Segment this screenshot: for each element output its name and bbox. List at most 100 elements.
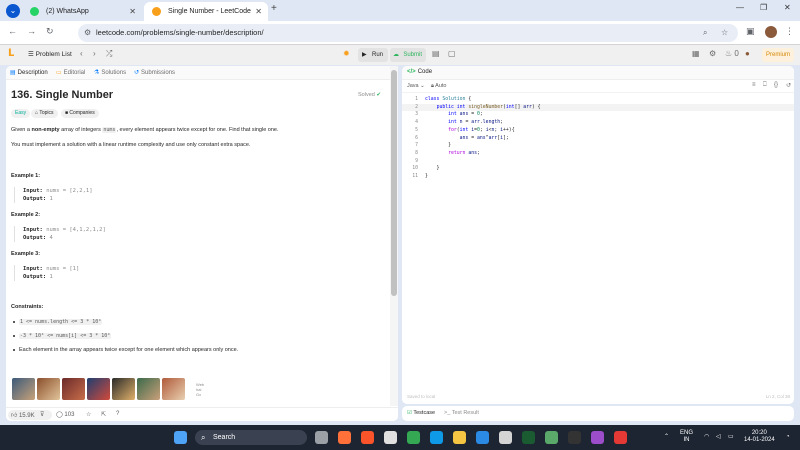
problem-list-button[interactable]: ☰ Problem List: [28, 50, 72, 58]
close-tab-icon[interactable]: ✕: [255, 2, 262, 21]
input-value: nums = [2,2,1]: [46, 188, 93, 194]
language-indicator[interactable]: ENG IN: [680, 430, 693, 444]
notification-icon[interactable]: ◔: [786, 434, 790, 441]
tab-testcase[interactable]: ☑ Testcase: [407, 410, 435, 416]
bookmark-icon[interactable]: ⎕: [763, 82, 767, 89]
help-icon[interactable]: ?: [116, 411, 119, 417]
file-explorer-icon[interactable]: [453, 431, 466, 444]
leetcode-logo-icon[interactable]: ᒪ: [8, 48, 14, 59]
tab-submissions[interactable]: ↺ Submissions: [134, 69, 175, 76]
layout-icon[interactable]: ▦: [692, 49, 700, 58]
app-icon[interactable]: [568, 431, 581, 444]
start-windows-icon[interactable]: [174, 431, 187, 444]
volume-icon[interactable]: ◁: [716, 434, 721, 441]
ad-image[interactable]: [12, 378, 35, 400]
ad-image[interactable]: [62, 378, 85, 400]
maximize-icon[interactable]: ❐: [760, 3, 767, 12]
tab-search-icon[interactable]: ⌄: [6, 4, 20, 18]
ad-image[interactable]: [112, 378, 135, 400]
dislike-icon[interactable]: ⊽: [40, 411, 44, 418]
intellij-icon[interactable]: [591, 431, 604, 444]
topics-tag[interactable]: ⌂ Topics: [31, 109, 58, 118]
task-view-icon[interactable]: [315, 431, 328, 444]
forward-icon[interactable]: →: [27, 26, 36, 36]
token: int: [448, 112, 457, 118]
share-icon[interactable]: ⇱: [101, 411, 106, 418]
tab-editorial[interactable]: ▭ Editorial: [56, 69, 85, 76]
search-icon[interactable]: ⌕: [703, 24, 707, 42]
companies-tag[interactable]: ■ Companies: [61, 109, 99, 118]
debug-icon[interactable]: ✹: [343, 49, 350, 58]
clock[interactable]: 20:20 14-01-2024: [744, 430, 775, 444]
run-button[interactable]: ▶ Run: [358, 48, 388, 62]
tab-description[interactable]: ▤ Description: [10, 69, 48, 76]
example-heading: Example 1:: [11, 173, 41, 179]
reload-icon[interactable]: ↻: [46, 26, 54, 37]
close-tab-icon[interactable]: ✕: [129, 2, 136, 21]
profile-avatar[interactable]: [765, 26, 777, 38]
format-icon[interactable]: ≡: [752, 82, 756, 88]
ad-image[interactable]: [87, 378, 110, 400]
like-button[interactable]: 👍︎ 15.9K: [11, 411, 35, 419]
app-icon[interactable]: [522, 431, 535, 444]
ad-image[interactable]: [37, 378, 60, 400]
tab-test-result[interactable]: >_ Test Result: [444, 410, 479, 416]
chat-icon[interactable]: ▢: [448, 49, 456, 58]
new-tab-icon[interactable]: +: [271, 3, 277, 14]
code-editor[interactable]: 1 class Solution { 2 public int singleNum…: [402, 96, 794, 186]
ad-image[interactable]: [162, 378, 185, 400]
braces-icon[interactable]: {}: [774, 82, 778, 88]
tab-whatsapp[interactable]: (2) WhatsApp ✕: [22, 2, 142, 21]
prev-problem-icon[interactable]: ‹: [80, 49, 83, 58]
title-label: Code: [417, 69, 433, 75]
app-icon[interactable]: [545, 431, 558, 444]
tag-label: Topics: [39, 110, 54, 116]
code-line: 1 class Solution {: [402, 96, 794, 104]
back-icon[interactable]: ←: [8, 26, 17, 36]
tray-chevron-icon[interactable]: ⌃: [664, 434, 669, 441]
reset-icon[interactable]: ↺: [786, 82, 791, 89]
battery-icon[interactable]: ▭: [728, 434, 734, 441]
user-avatar-icon[interactable]: ●: [745, 49, 750, 58]
app-icon[interactable]: [384, 431, 397, 444]
wifi-icon[interactable]: ◠: [704, 434, 709, 441]
shuffle-icon[interactable]: ⤮: [106, 49, 112, 59]
firefox-icon[interactable]: [338, 431, 351, 444]
vscode-icon[interactable]: [476, 431, 489, 444]
chrome-icon[interactable]: [407, 431, 420, 444]
cc-icon[interactable]: [499, 431, 512, 444]
streak-fire-icon[interactable]: ♨ 0: [725, 49, 739, 58]
next-problem-icon[interactable]: ›: [93, 49, 96, 58]
url-bar[interactable]: ⚙ leetcode.com/problems/single-number/de…: [78, 24, 738, 42]
notes-icon[interactable]: ▤: [432, 49, 440, 58]
time-label: 20:20: [751, 430, 767, 436]
constraint-text: Each element in the array appears twice …: [19, 347, 239, 353]
autocomplete-mode[interactable]: 🔒︎ Auto: [431, 83, 447, 90]
comments-button[interactable]: ◯ 103: [56, 411, 74, 418]
solved-status: Solved ✔: [358, 92, 381, 98]
code-text: int n = arr.length;: [448, 120, 504, 126]
bookmark-star-icon[interactable]: ☆: [721, 24, 728, 42]
submit-button[interactable]: ☁ Submit: [390, 48, 426, 62]
minimize-icon[interactable]: —: [736, 3, 744, 12]
pdf-reader-icon[interactable]: [614, 431, 627, 444]
premium-button[interactable]: Premium: [762, 48, 794, 62]
language-select[interactable]: Java ⌄: [407, 83, 425, 89]
site-info-icon[interactable]: ⚙: [84, 24, 91, 42]
ad-label: Web hai Gx: [196, 382, 205, 397]
edge-icon[interactable]: [430, 431, 443, 444]
favorite-star-icon[interactable]: ☆: [86, 411, 91, 418]
description-scrollbar-thumb[interactable]: [391, 70, 397, 296]
menu-icon[interactable]: ⋮: [785, 26, 794, 37]
brave-icon[interactable]: [361, 431, 374, 444]
tab-leetcode[interactable]: Single Number - LeetCode ✕: [144, 2, 268, 21]
page-title[interactable]: 136. Single Number: [11, 89, 113, 101]
close-window-icon[interactable]: ✕: [784, 3, 791, 12]
sidepanel-icon[interactable]: ▣: [746, 26, 755, 37]
tab-solutions[interactable]: ⚗ Solutions: [94, 69, 126, 76]
taskbar-search[interactable]: ⌕ Search: [195, 430, 307, 445]
comment-count: 103: [64, 412, 75, 418]
ad-image[interactable]: [137, 378, 160, 400]
save-status: Saved to local: [407, 394, 436, 399]
settings-gear-icon[interactable]: ⚙: [709, 49, 716, 58]
